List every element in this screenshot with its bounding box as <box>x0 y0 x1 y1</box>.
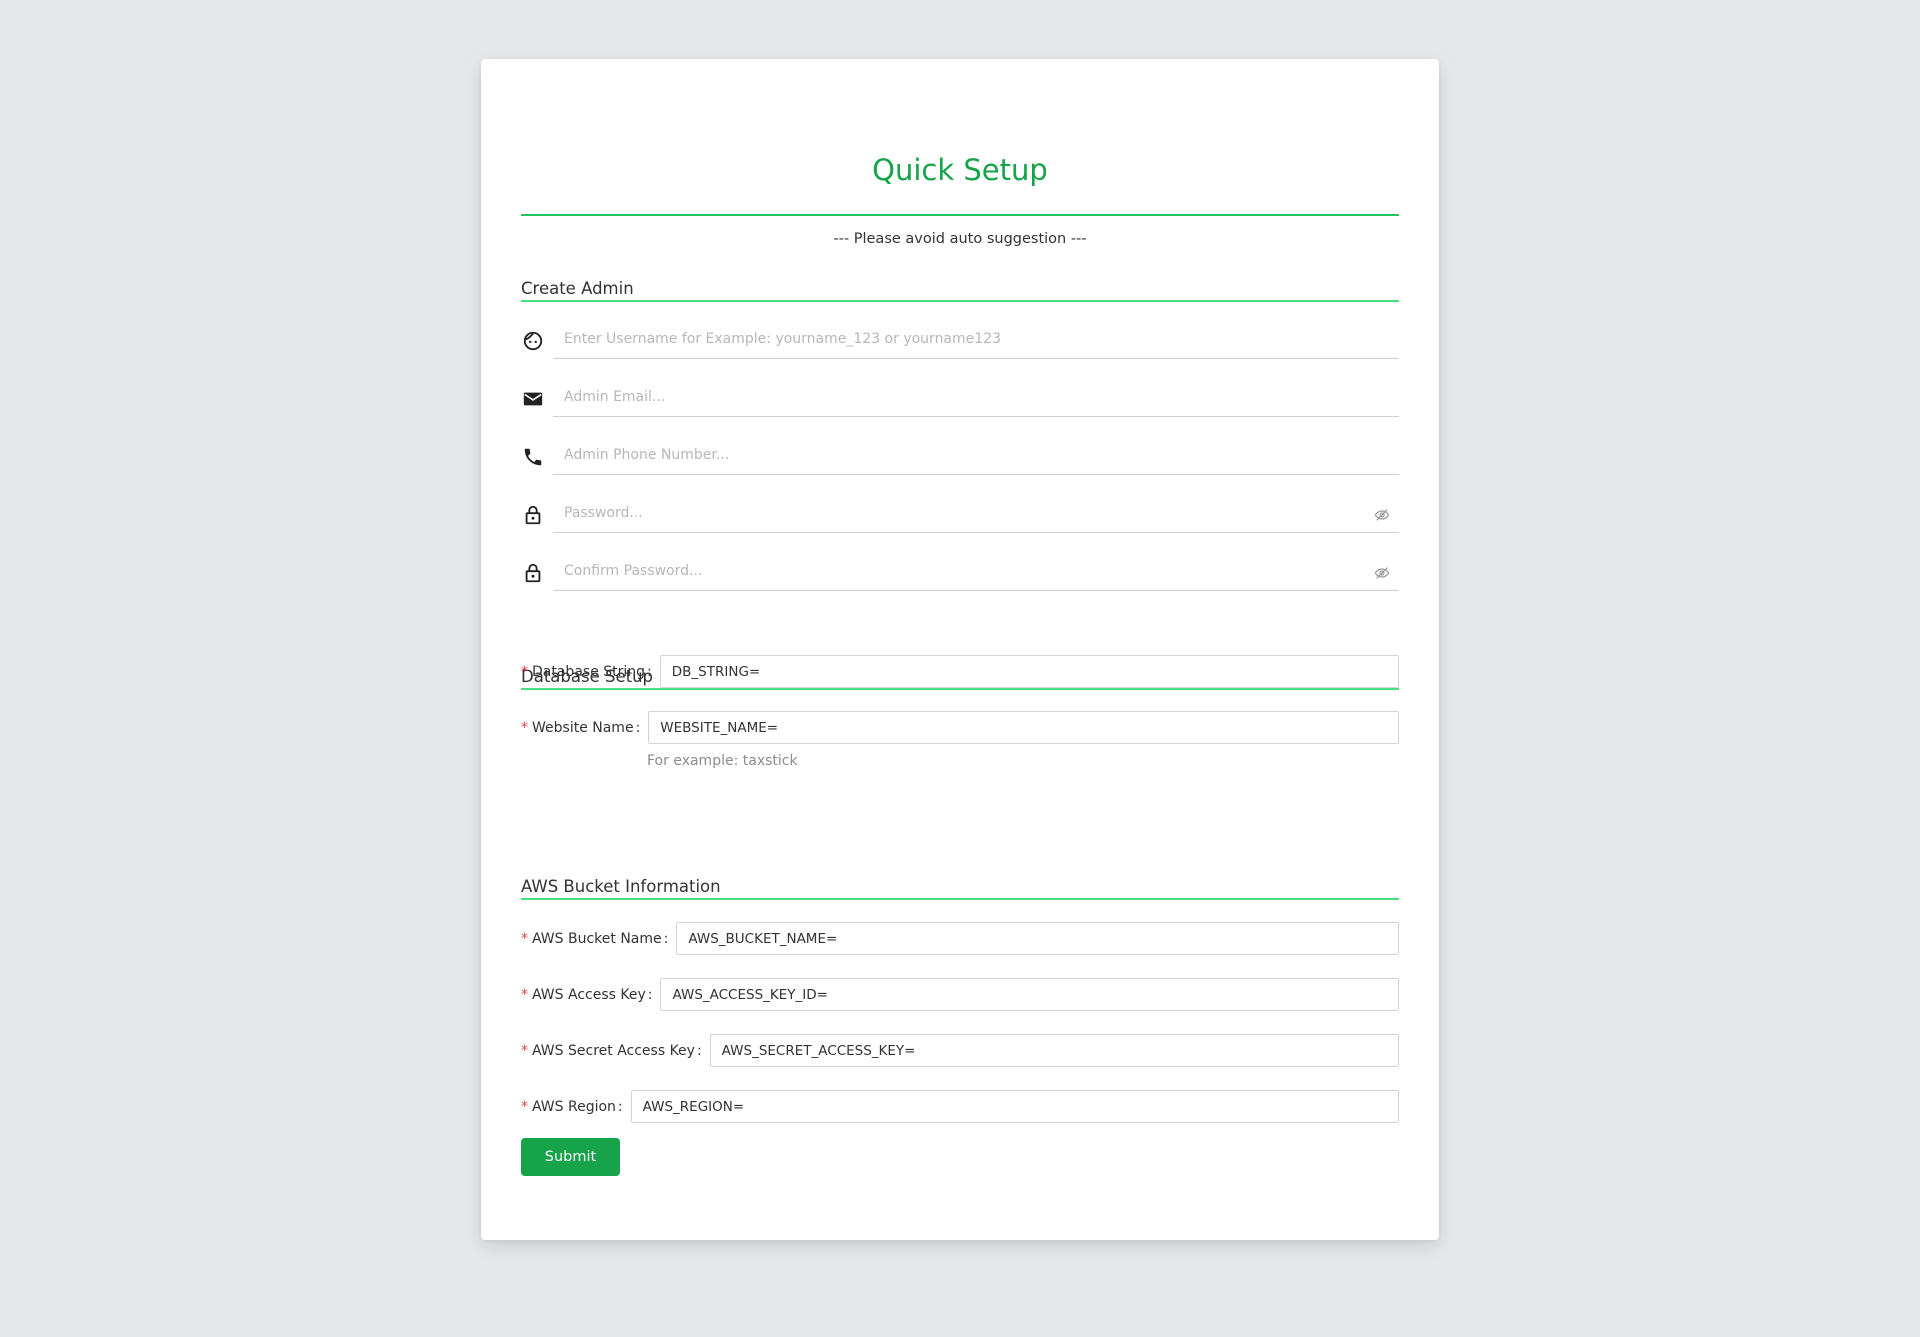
db-string-row: * Database String: <box>521 655 1399 688</box>
aws-region-input[interactable] <box>630 1090 1399 1123</box>
mail-icon <box>521 387 545 411</box>
confirm-password-input[interactable] <box>553 551 1399 591</box>
aws-secret-access-key-input[interactable] <box>709 1034 1399 1067</box>
eye-off-icon[interactable] <box>1373 564 1391 582</box>
aws-bucket-name-row: * AWS Bucket Name: <box>521 922 1399 955</box>
aws-access-key-input[interactable] <box>660 978 1399 1011</box>
submit-button[interactable]: Submit <box>521 1138 620 1176</box>
website-name-row: * Website Name: <box>521 711 1399 744</box>
username-input[interactable] <box>553 319 1399 359</box>
lock-icon <box>521 503 545 527</box>
phone-input[interactable] <box>553 435 1399 475</box>
aws-region-label: AWS Region <box>532 1098 616 1115</box>
required-mark: * <box>521 986 528 1003</box>
user-face-icon <box>521 329 545 353</box>
section-title-create-admin: Create Admin <box>521 279 634 298</box>
email-input[interactable] <box>553 377 1399 417</box>
section-divider-aws-bucket <box>521 898 1399 900</box>
page-title: Quick Setup <box>872 153 1048 187</box>
aws-access-key-row: * AWS Access Key: <box>521 978 1399 1011</box>
db-string-input[interactable] <box>659 655 1399 688</box>
required-mark: * <box>521 1098 528 1115</box>
label-colon: : <box>635 719 641 736</box>
website-name-input[interactable] <box>648 711 1399 744</box>
eye-off-icon[interactable] <box>1373 506 1391 524</box>
section-divider-create-admin <box>521 300 1399 302</box>
label-colon: : <box>663 930 669 947</box>
section-title-aws-bucket: AWS Bucket Information <box>521 877 721 896</box>
label-colon: : <box>647 986 653 1003</box>
aws-secret-access-key-label: AWS Secret Access Key <box>532 1042 695 1059</box>
required-mark: * <box>521 719 528 736</box>
website-name-help: For example: taxstick <box>647 753 798 769</box>
phone-icon <box>521 445 545 469</box>
required-mark: * <box>521 1042 528 1059</box>
lock-icon <box>521 561 545 585</box>
phone-field <box>521 435 1399 475</box>
password-field <box>521 493 1399 533</box>
username-field <box>521 319 1399 359</box>
section-divider-database-setup <box>521 688 1399 690</box>
aws-secret-access-key-row: * AWS Secret Access Key: <box>521 1034 1399 1067</box>
setup-card: Quick Setup --- Please avoid auto sugges… <box>481 59 1439 1240</box>
required-mark: * <box>521 663 528 680</box>
autosuggest-hint: --- Please avoid auto suggestion --- <box>833 231 1087 247</box>
label-colon: : <box>647 663 652 680</box>
required-mark: * <box>521 930 528 947</box>
label-colon: : <box>696 1042 702 1059</box>
title-divider <box>521 214 1399 216</box>
aws-bucket-name-input[interactable] <box>676 922 1399 955</box>
email-field <box>521 377 1399 417</box>
aws-access-key-label: AWS Access Key <box>532 986 646 1003</box>
password-input[interactable] <box>553 493 1399 533</box>
aws-region-row: * AWS Region: <box>521 1090 1399 1123</box>
website-name-label: Website Name <box>532 719 634 736</box>
confirm-password-field <box>521 551 1399 591</box>
label-colon: : <box>617 1098 623 1115</box>
aws-bucket-name-label: AWS Bucket Name <box>532 930 662 947</box>
db-string-label: Database String <box>532 663 646 680</box>
